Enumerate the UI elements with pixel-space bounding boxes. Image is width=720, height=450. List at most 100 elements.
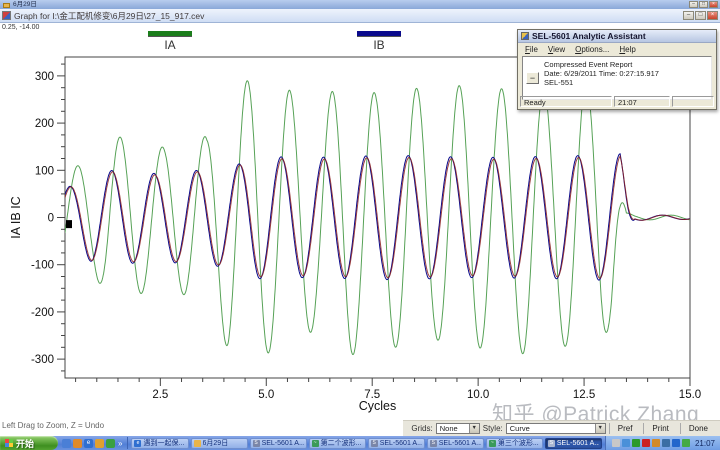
start-button-label: 开始	[16, 437, 34, 450]
folder-window-title: 6月29日	[13, 1, 37, 9]
tray-app-2-icon[interactable]	[622, 439, 630, 447]
taskbar-button-label: SEL-5601 A...	[557, 440, 599, 447]
assistant-status-time: 21:07	[614, 96, 670, 107]
assistant-window[interactable]: SEL-5601 Analytic Assistant FileViewOpti…	[517, 29, 717, 110]
y-tick-label: -300	[31, 354, 54, 366]
taskbar-button-sel[interactable]: SSEL-5601 A...	[250, 438, 307, 449]
minimize-icon[interactable]: –	[689, 1, 698, 8]
taskbar-button-label: SEL-5601 A...	[439, 440, 481, 447]
tray-app-7-icon[interactable]	[672, 439, 680, 447]
wave-icon: ~	[489, 440, 496, 447]
sel-icon: S	[253, 440, 260, 447]
tray-app-5-icon[interactable]	[652, 439, 660, 447]
sel-icon: S	[548, 440, 555, 447]
globe-icon[interactable]	[106, 439, 115, 448]
folder-window-titlebar[interactable]: 6月29日 – □ ×	[0, 0, 720, 9]
zoom-hint-text: Left Drag to Zoom, Z = Undo	[2, 421, 104, 430]
folder-icon	[194, 440, 201, 447]
quick-launch-overflow-icon[interactable]: »	[117, 439, 123, 448]
cursor-marker	[66, 220, 72, 228]
start-button[interactable]: 开始	[0, 436, 58, 450]
tray-app-6-icon[interactable]	[662, 439, 670, 447]
graph-app-icon	[2, 11, 11, 20]
done-button[interactable]: Done	[680, 423, 716, 434]
graph-bottom-bar: Left Drag to Zoom, Z = Undo Grids: None …	[0, 420, 720, 436]
wave-icon: ~	[312, 440, 319, 447]
pref-button[interactable]: Pref	[609, 423, 641, 434]
x-tick-label: 5.0	[258, 389, 274, 401]
chevron-down-icon[interactable]: ▼	[469, 424, 479, 433]
collapse-button[interactable]: −	[526, 72, 539, 84]
taskbar-button-label: SEL-5601 A...	[262, 440, 304, 447]
style-label: Style:	[483, 424, 503, 433]
taskbar-button-wave[interactable]: ~第二个波形...	[309, 438, 366, 449]
close-icon[interactable]: ×	[709, 1, 718, 8]
messenger-icon[interactable]	[62, 439, 71, 448]
y-tick-label: -200	[31, 307, 54, 319]
y-tick-label: -100	[31, 260, 54, 272]
assistant-status-ready: Ready	[520, 96, 612, 107]
windows-logo-icon	[5, 439, 13, 447]
graph-window-titlebar[interactable]: Graph for I:\金工配机修变\6月29日\27_15_917.cev …	[0, 9, 720, 23]
grids-dropdown[interactable]: None ▼	[436, 423, 480, 434]
waveform-ic	[65, 156, 690, 278]
ie-icon: e	[134, 440, 141, 447]
taskbar-button-sel[interactable]: SSEL-5601 A...	[427, 438, 484, 449]
x-tick-label: 2.5	[152, 389, 168, 401]
legend-color-bar-ia	[148, 31, 192, 37]
cursor-coordinate-readout: 0.25, -14.00	[2, 24, 39, 31]
grids-value: None	[437, 424, 469, 433]
x-tick-label: 10.0	[467, 389, 489, 401]
taskbar: 开始 e» e遇到一起保...6月29日SSEL-5601 A...~第二个波形…	[0, 436, 720, 450]
event-line-title: Compressed Event Report	[544, 60, 659, 69]
taskbar-button-label: SEL-5601 A...	[380, 440, 422, 447]
system-tray: 21:07	[605, 436, 720, 450]
folder-icon[interactable]	[95, 439, 104, 448]
media-player-icon[interactable]	[73, 439, 82, 448]
maximize-icon[interactable]: □	[695, 11, 706, 20]
assistant-statusbar: Ready 21:07	[520, 96, 714, 107]
minimize-icon[interactable]: –	[683, 11, 694, 20]
y-tick-label: 0	[48, 213, 54, 225]
taskbar-button-sel[interactable]: SSEL-5601 A...	[545, 438, 602, 449]
x-axis-label: Cycles	[359, 399, 397, 413]
menu-item-help[interactable]: Help	[615, 45, 639, 54]
style-value: Curve	[507, 424, 595, 433]
tray-app-3-icon[interactable]	[632, 439, 640, 447]
tray-app-4-icon[interactable]	[642, 439, 650, 447]
assistant-event-list[interactable]: − Compressed Event Report Date: 6/29/201…	[522, 56, 712, 100]
taskbar-button-ie[interactable]: e遇到一起保...	[131, 438, 188, 449]
y-tick-label: 300	[35, 71, 54, 83]
assistant-title: SEL-5601 Analytic Assistant	[532, 31, 646, 41]
taskbar-button-wave[interactable]: ~第三个波形...	[486, 438, 543, 449]
waveforms-group	[65, 81, 690, 355]
legend-label-ia: IA	[147, 38, 193, 52]
assistant-status-spare	[672, 96, 714, 107]
sel-icon: S	[430, 440, 437, 447]
graph-window-title: Graph for I:\金工配机修变\6月29日\27_15_917.cev	[14, 10, 204, 22]
menu-item-file[interactable]: File	[521, 45, 542, 54]
style-dropdown[interactable]: Curve ▼	[506, 423, 606, 434]
legend-label-ib: IB	[356, 38, 402, 52]
tray-app-8-icon[interactable]	[682, 439, 690, 447]
legend-color-bar-ib	[357, 31, 401, 37]
chevron-down-icon[interactable]: ▼	[595, 424, 605, 433]
sel-icon: S	[371, 440, 378, 447]
assistant-app-icon	[521, 32, 529, 40]
y-tick-label: 100	[35, 165, 54, 177]
taskbar-button-sel[interactable]: SSEL-5601 A...	[368, 438, 425, 449]
folder-icon	[3, 3, 10, 8]
tray-app-1-icon[interactable]	[612, 439, 620, 447]
grids-label: Grids:	[411, 424, 432, 433]
menu-item-view[interactable]: View	[544, 45, 569, 54]
print-button[interactable]: Print	[643, 423, 676, 434]
taskbar-button-label: 遇到一起保...	[143, 438, 184, 448]
taskbar-button-label: 6月29日	[203, 438, 229, 448]
taskbar-button-folder[interactable]: 6月29日	[191, 438, 248, 449]
assistant-titlebar[interactable]: SEL-5601 Analytic Assistant	[518, 30, 716, 43]
internet-explorer-icon[interactable]: e	[84, 439, 93, 448]
close-icon[interactable]: ×	[707, 11, 718, 20]
maximize-icon[interactable]: □	[699, 1, 708, 8]
menu-item-options[interactable]: Options...	[571, 45, 613, 54]
taskbar-clock: 21:07	[695, 439, 715, 448]
